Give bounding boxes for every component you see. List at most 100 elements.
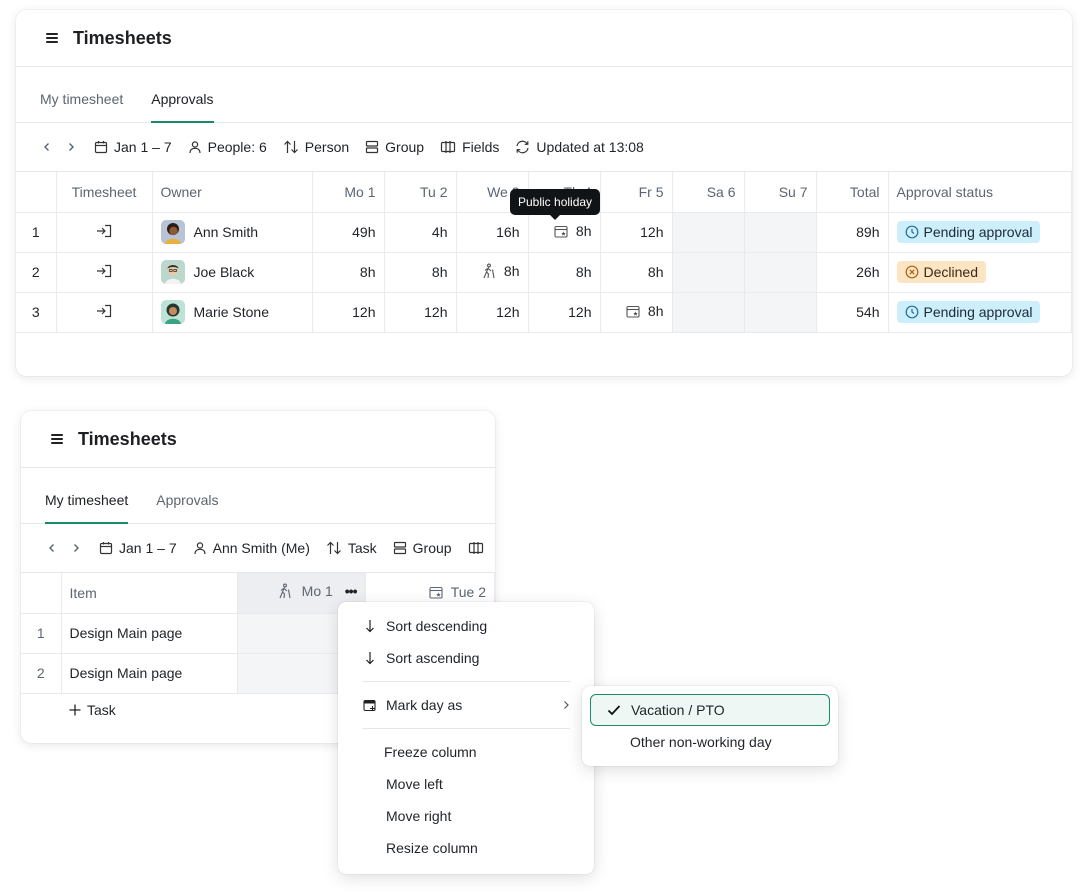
hours-cell[interactable]: 12h — [528, 292, 601, 333]
tab-my-timesheet[interactable]: My timesheet — [45, 492, 129, 524]
column-header[interactable]: Mo 1 — [312, 172, 385, 213]
column-header[interactable]: Timesheet — [56, 172, 153, 213]
weekend-cell — [744, 292, 817, 333]
hamburger-menu-icon[interactable] — [51, 434, 63, 444]
toolbar: Jan 1 – 7 Ann Smith (Me) Task Group — [21, 524, 495, 573]
column-header[interactable]: Item — [61, 573, 238, 614]
item-cell[interactable]: Design Main page — [61, 613, 238, 654]
people-filter-button[interactable]: People: 6 — [188, 139, 267, 155]
column-header[interactable]: Tu 2 — [384, 172, 457, 213]
freeze-column-item[interactable]: Freeze column — [338, 736, 594, 768]
status-label: Declined — [923, 264, 978, 280]
open-timesheet-icon[interactable] — [96, 224, 112, 238]
weekend-cell — [744, 212, 817, 253]
refresh-button[interactable]: Updated at 13:08 — [515, 139, 644, 155]
add-task-button[interactable]: Task — [69, 702, 116, 718]
vacation-hours-cell[interactable]: 8h — [456, 252, 529, 293]
column-header[interactable]: Approval status — [888, 172, 1072, 213]
date-range-label: Jan 1 – 7 — [119, 540, 177, 556]
sort-label: Person — [304, 139, 350, 155]
hours-cell[interactable]: 8h — [312, 252, 385, 293]
column-more-icon[interactable]: ••• — [345, 583, 358, 599]
group-button[interactable]: Group — [393, 540, 452, 556]
next-week-icon[interactable] — [66, 142, 76, 152]
holiday-hours-cell[interactable]: 8h — [600, 292, 673, 333]
hours-cell[interactable]: 4h — [384, 212, 457, 253]
open-timesheet-cell[interactable] — [56, 292, 153, 333]
holiday-hours-cell[interactable]: 8h — [528, 212, 601, 253]
mark-day-as-item[interactable]: Mark day as — [338, 689, 594, 721]
clock-icon — [905, 225, 918, 239]
tab-approvals[interactable]: Approvals — [151, 91, 214, 123]
fields-button[interactable] — [468, 541, 484, 555]
date-range-button[interactable]: Jan 1 – 7 — [94, 139, 172, 155]
sort-descending-item[interactable]: Sort descending — [338, 610, 594, 642]
next-week-icon[interactable] — [71, 543, 81, 553]
status-badge[interactable]: Pending approval — [896, 221, 1041, 243]
menu-item-label: Move left — [386, 776, 443, 792]
hours-cell[interactable]: 12h — [600, 212, 673, 253]
status-label: Pending approval — [923, 224, 1033, 240]
other-non-working-day-item[interactable]: Other non-working day — [590, 726, 830, 758]
hours-cell[interactable]: 8h — [600, 252, 673, 293]
hours-cell[interactable]: 16h — [456, 212, 529, 253]
column-label: Mo 1 — [301, 583, 333, 600]
open-timesheet-cell[interactable] — [56, 252, 153, 293]
table-row[interactable]: 1 Ann Smith 49h 4h 16h 8h 12h 89h Pendin… — [16, 212, 1072, 253]
menu-item-label: Sort descending — [386, 618, 488, 634]
move-left-item[interactable]: Move left — [338, 768, 594, 800]
prev-week-icon[interactable] — [42, 142, 52, 152]
owner-name: Marie Stone — [193, 304, 269, 320]
open-timesheet-icon[interactable] — [96, 264, 112, 278]
open-timesheet-cell[interactable] — [56, 212, 153, 253]
calendar-star-icon — [429, 586, 443, 599]
menu-item-label: Mark day as — [386, 697, 463, 713]
hours-cell[interactable]: 8h — [384, 252, 457, 293]
open-timesheet-icon[interactable] — [96, 304, 112, 318]
status-badge[interactable]: Declined — [896, 261, 986, 283]
item-cell[interactable]: Design Main page — [61, 653, 238, 694]
table-row[interactable]: 3 Marie Stone 12h 12h 12h 12h 8h 54h Pen… — [16, 292, 1072, 333]
column-header[interactable]: Fr 5 — [600, 172, 673, 213]
hours-cell[interactable]: 8h — [528, 252, 601, 293]
calendar-star-icon — [554, 225, 568, 238]
column-header[interactable]: Sa 6 — [672, 172, 745, 213]
sort-icon — [326, 541, 341, 555]
hamburger-menu-icon[interactable] — [46, 33, 58, 43]
total-cell: 54h — [816, 292, 889, 333]
sort-ascending-item[interactable]: Sort ascending — [338, 642, 594, 674]
tab-approvals[interactable]: Approvals — [156, 492, 218, 523]
date-range-button[interactable]: Jan 1 – 7 — [99, 540, 177, 556]
tab-bar: My timesheet Approvals — [16, 67, 1072, 123]
hours-cell[interactable]: 12h — [312, 292, 385, 333]
tab-my-timesheet[interactable]: My timesheet — [40, 91, 123, 122]
chevron-right-icon — [564, 701, 569, 709]
table-row[interactable]: 2 Joe Black 8h 8h 8h 8h 8h 26h Declined — [16, 252, 1072, 293]
column-header[interactable]: Total — [816, 172, 889, 213]
hours-cell[interactable]: 12h — [384, 292, 457, 333]
person-filter-button[interactable]: Ann Smith (Me) — [193, 540, 310, 556]
tab-bar: My timesheet Approvals — [21, 468, 495, 524]
column-header[interactable]: Su 7 — [744, 172, 817, 213]
menu-item-label: Freeze column — [384, 744, 477, 760]
hours-cell[interactable]: 12h — [456, 292, 529, 333]
vacation-walker-icon — [279, 583, 291, 599]
move-right-item[interactable]: Move right — [338, 800, 594, 832]
column-header[interactable]: Owner — [152, 172, 313, 213]
public-holiday-tooltip: Public holiday — [510, 189, 601, 220]
status-badge[interactable]: Pending approval — [896, 301, 1041, 323]
vacation-pto-item[interactable]: Vacation / PTO — [590, 694, 830, 726]
page-title: Timesheets — [78, 428, 177, 449]
hours-cell[interactable]: 49h — [312, 212, 385, 253]
resize-column-item[interactable]: Resize column — [338, 832, 594, 864]
sort-button[interactable]: Task — [326, 540, 377, 556]
group-button[interactable]: Group — [365, 139, 424, 155]
clock-icon — [905, 305, 918, 319]
fields-button[interactable]: Fields — [440, 139, 499, 155]
sort-button[interactable]: Person — [283, 139, 349, 155]
calendar-icon — [99, 542, 113, 555]
header: Timesheets — [21, 411, 495, 468]
row-number: 1 — [16, 212, 57, 253]
prev-week-icon[interactable] — [47, 543, 57, 553]
page-title: Timesheets — [73, 27, 172, 48]
